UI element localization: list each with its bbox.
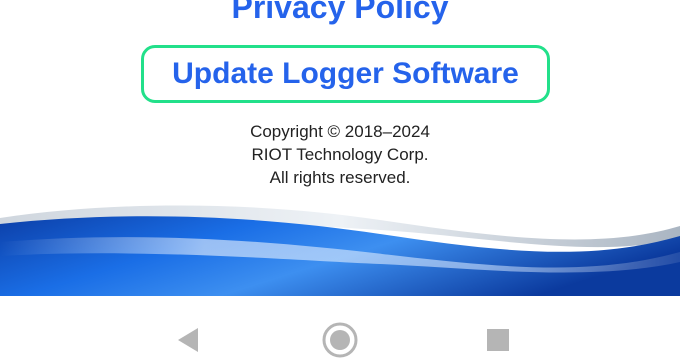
recents-icon[interactable] (476, 318, 520, 359)
company-name: RIOT Technology Corp. (251, 145, 429, 164)
privacy-policy-link[interactable]: Privacy Policy (0, 0, 680, 27)
update-logger-software-button[interactable]: Update Logger Software (141, 45, 550, 103)
decorative-wave-banner (0, 205, 680, 302)
copyright-line: Copyright © 2018–2024 (250, 122, 430, 141)
system-navigation-bar (0, 296, 680, 359)
update-logger-software-label: Update Logger Software (172, 57, 519, 90)
home-icon[interactable] (318, 318, 362, 359)
app-screen: Privacy Policy Update Logger Software Co… (0, 0, 680, 359)
copyright-block: Copyright © 2018–2024 RIOT Technology Co… (0, 120, 680, 189)
rights-reserved: All rights reserved. (269, 168, 411, 187)
back-icon[interactable] (166, 318, 210, 359)
